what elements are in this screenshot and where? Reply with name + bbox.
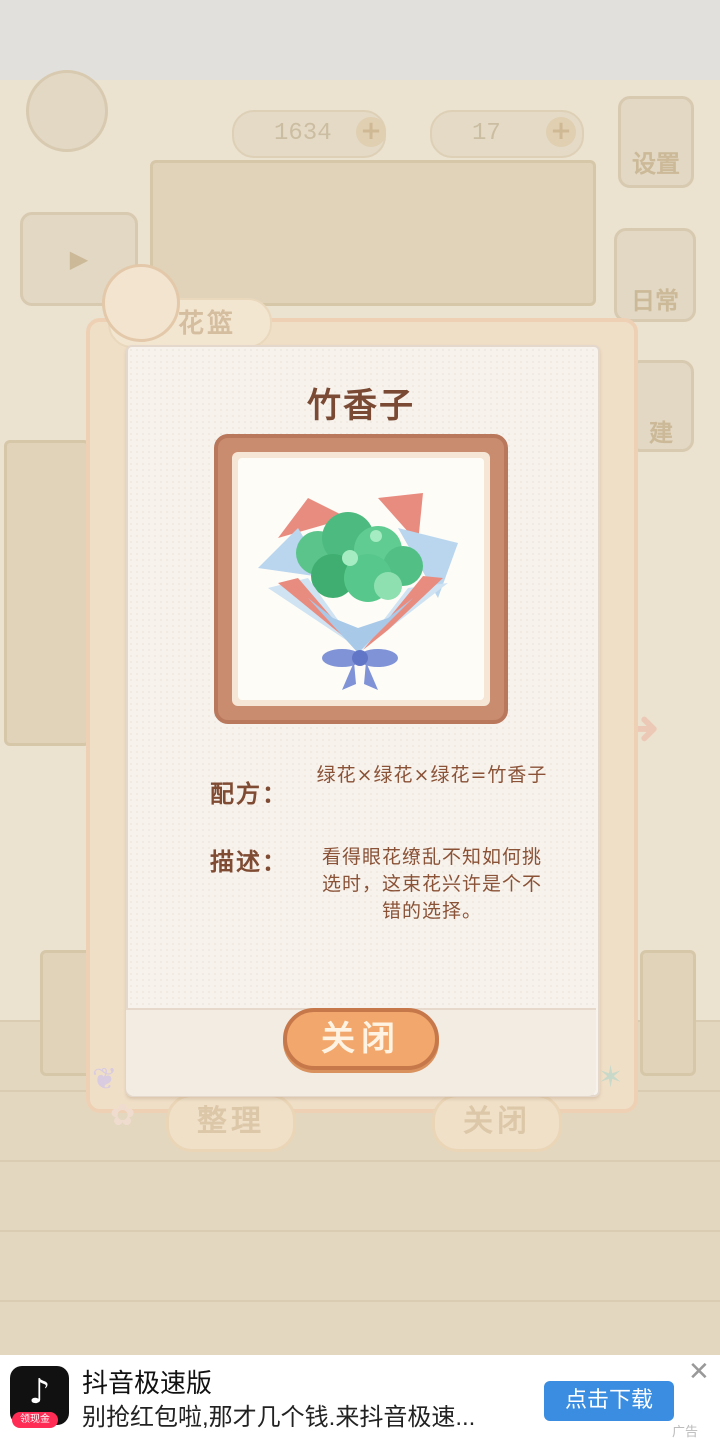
play-icon: ▶ xyxy=(69,245,89,273)
dialog-tab-label: 花篮 xyxy=(178,309,237,339)
background-shelf xyxy=(150,160,596,306)
recipe-label: 配方： xyxy=(210,780,288,808)
dragonfly-icon: ✶ xyxy=(598,1060,624,1095)
ad-app-name: 抖音极速版 xyxy=(82,1368,213,1398)
background-cabinet xyxy=(4,440,90,746)
status-bar xyxy=(0,0,720,80)
ad-description: 别抢红包啦,那才几个钱.来抖音极速... xyxy=(82,1404,476,1431)
ad-download-button[interactable]: 点击下载 xyxy=(544,1381,674,1421)
ad-tag: 广告 xyxy=(672,1425,699,1440)
basket-icon xyxy=(102,264,180,342)
daily-button[interactable]: 日常 xyxy=(614,228,696,322)
frame-mat xyxy=(232,452,490,706)
description-text: 看得眼花缭乱不知如何挑选时，这束花兴许是个不错的选择。 xyxy=(321,846,542,922)
green-bouquet-icon xyxy=(238,458,484,700)
organize-button[interactable]: 整理 xyxy=(166,1094,296,1152)
description-label: 描述： xyxy=(210,848,288,876)
background-table-right xyxy=(640,950,696,1076)
add-coins-icon[interactable]: + xyxy=(356,117,386,147)
recipe-text: 绿花×绿花×绿花=竹香子 xyxy=(316,764,548,786)
ad-banner[interactable]: ♪ 领现金 抖音极速版 别抢红包啦,那才几个钱.来抖音极速... 点击下载 ✕ … xyxy=(0,1355,720,1440)
butterfly-icon: ❦ xyxy=(92,1062,118,1097)
close-icon[interactable]: ✕ xyxy=(688,1357,710,1387)
music-note-icon: ♪ xyxy=(28,1372,51,1412)
bouquet-illustration xyxy=(258,493,458,690)
douyin-logo-icon: ♪ 领现金 xyxy=(10,1366,69,1428)
flower-name: 竹香子 xyxy=(307,386,415,426)
avatar[interactable] xyxy=(26,70,108,152)
close-dialog-button[interactable]: 关闭 xyxy=(432,1094,562,1152)
flower-deco-icon: ✿ xyxy=(110,1098,136,1133)
flower-image-frame xyxy=(214,434,508,724)
add-cake-icon[interactable]: + xyxy=(546,117,576,147)
settings-button[interactable]: 设置 xyxy=(618,96,694,188)
close-button[interactable]: 关闭 xyxy=(283,1008,439,1070)
ad-badge: 领现金 xyxy=(12,1412,58,1428)
